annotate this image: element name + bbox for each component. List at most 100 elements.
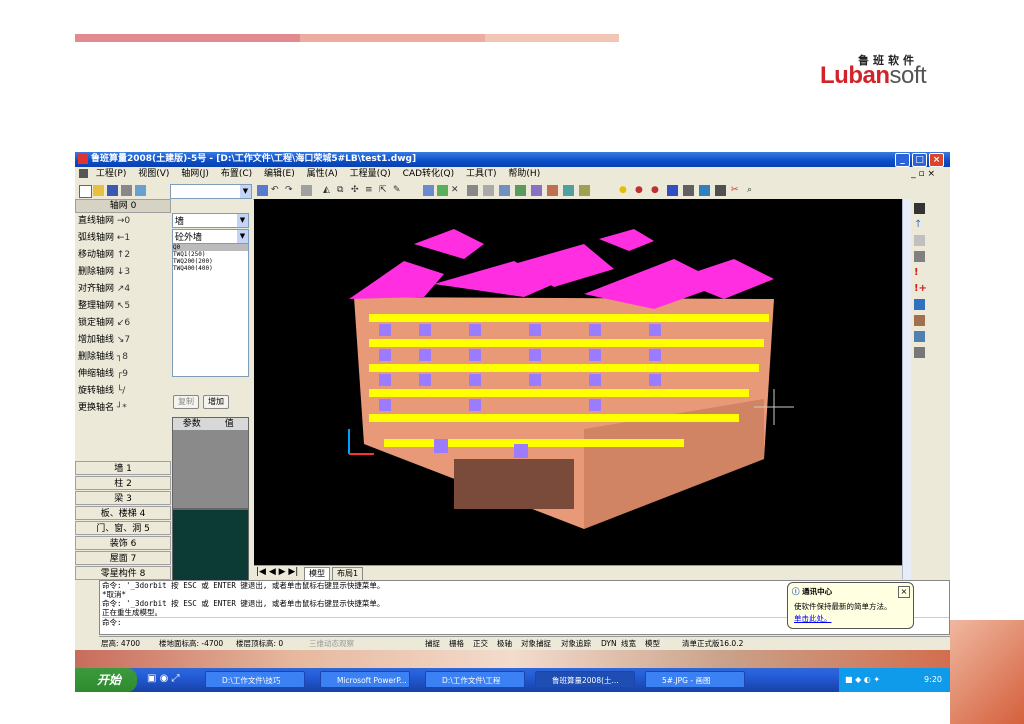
toggle-polar[interactable]: 极轴 — [497, 637, 512, 651]
pan-icon[interactable] — [301, 185, 312, 196]
toggle-grid[interactable]: 栅格 — [449, 637, 464, 651]
layer-combo[interactable]: ▼ — [170, 184, 252, 199]
add-button[interactable]: 增加 — [203, 395, 229, 409]
axis-item-stretch-line[interactable]: 伸缩轴线 ┌9 — [75, 366, 171, 383]
category-column[interactable]: 柱 2 — [75, 476, 171, 490]
menu-help[interactable]: 帮助(H) — [508, 169, 540, 179]
model-viewport[interactable] — [254, 199, 902, 579]
toggle-ortho[interactable]: 正交 — [473, 637, 488, 651]
menu-tools[interactable]: 工具(T) — [466, 169, 497, 179]
list-item[interactable]: TWQ200(200) — [173, 258, 248, 265]
lightbulb-icon[interactable]: ● — [619, 185, 630, 196]
balloon-link[interactable]: 单击此处。 — [794, 613, 832, 624]
axis-item-rotate-line[interactable]: 旋转轴线 └/ — [75, 383, 171, 400]
quicklaunch-icons[interactable]: ▣ ◉ ⤢ — [147, 673, 192, 687]
axis-item-add-line[interactable]: 增加轴线 ↘7 — [75, 332, 171, 349]
balloon-close-button[interactable]: × — [898, 586, 910, 598]
tool-icon-10[interactable] — [563, 185, 574, 196]
tool-icon-2[interactable] — [437, 185, 448, 196]
tab-nav-arrows[interactable]: |◀ ◀ ▶ ▶| — [256, 567, 298, 577]
zoom-icon[interactable]: ⌕ — [747, 185, 758, 196]
copy-button[interactable]: 复制 — [173, 395, 199, 409]
print-icon[interactable] — [121, 185, 132, 196]
tool-icon-18[interactable]: ✂ — [731, 185, 742, 196]
preview-icon[interactable] — [135, 185, 146, 196]
tool-icon-16[interactable] — [699, 185, 710, 196]
axis-item-arrange[interactable]: 整理轴网 ↖5 — [75, 298, 171, 315]
toggle-osnap[interactable]: 对象捕捉 — [521, 637, 551, 651]
menu-axis[interactable]: 轴网(J) — [181, 169, 209, 179]
warning-icon[interactable]: ! — [914, 267, 925, 278]
binoculars-icon[interactable] — [914, 203, 925, 214]
tab-layout1[interactable]: 布局1 — [332, 567, 364, 581]
ruler-icon[interactable] — [914, 251, 925, 262]
axis-item-delete-line[interactable]: 删除轴线 ┐8 — [75, 349, 171, 366]
category-beam[interactable]: 梁 3 — [75, 491, 171, 505]
mirror-icon[interactable]: ◭ — [323, 185, 334, 196]
brush-icon[interactable] — [914, 331, 925, 342]
blue-tool-icon[interactable] — [914, 299, 925, 310]
axis-panel-header[interactable]: 轴网 0 — [75, 199, 171, 213]
tool-icon-3[interactable]: ✕ — [451, 185, 462, 196]
arrow-up-icon[interactable]: ↑ — [914, 219, 925, 230]
list-item[interactable]: TWQ1(250) — [173, 251, 248, 258]
axis-item-straight[interactable]: 直线轴网 →0 — [75, 213, 171, 230]
category-decoration[interactable]: 装饰 6 — [75, 536, 171, 550]
notification-balloon[interactable]: ⓘ 通讯中心 × 使软件保持最新的简单方法。 单击此处。 — [787, 582, 914, 629]
copy-icon[interactable]: ⧉ — [337, 185, 348, 196]
person-icon[interactable] — [914, 315, 925, 326]
start-button[interactable]: 开始 — [75, 668, 137, 692]
tool-icon-13[interactable]: ● — [651, 185, 662, 196]
taskbar-item-luban[interactable]: 鲁班算量2008(土... — [535, 671, 635, 688]
eraser-icon[interactable] — [914, 235, 925, 246]
menu-attributes[interactable]: 属性(A) — [307, 169, 338, 179]
component-type-combo[interactable]: 墙 ▼ — [172, 213, 249, 228]
list-item[interactable]: Q0 — [173, 244, 248, 251]
category-door-window[interactable]: 门、窗、洞 5 — [75, 521, 171, 535]
tool-icon-12[interactable]: ● — [635, 185, 646, 196]
orbit-icon[interactable] — [257, 185, 268, 196]
tool-icon-5[interactable] — [483, 185, 494, 196]
component-subtype-combo[interactable]: 砼外墙 ▼ — [172, 229, 249, 244]
tool-icon-9[interactable] — [547, 185, 558, 196]
toggle-model[interactable]: 模型 — [645, 637, 660, 651]
toggle-snap[interactable]: 捕捉 — [425, 637, 440, 651]
axis-item-arc[interactable]: 弧线轴网 ←1 — [75, 230, 171, 247]
category-wall[interactable]: 墙 1 — [75, 461, 171, 475]
tool-icon-17[interactable] — [715, 185, 726, 196]
axis-item-align[interactable]: 对齐轴网 ↗4 — [75, 281, 171, 298]
redo-icon[interactable]: ↷ — [285, 185, 296, 196]
move-icon[interactable]: ✣ — [351, 185, 362, 196]
axis-item-lock[interactable]: 锁定轴网 ↙6 — [75, 315, 171, 332]
taskbar-item-folder-project[interactable]: D:\工作文件\工程 — [425, 671, 525, 688]
tool-icon-15[interactable] — [683, 185, 694, 196]
tab-model[interactable]: 模型 — [304, 567, 330, 581]
offset-icon[interactable]: ≡ — [365, 185, 376, 196]
category-slab-stair[interactable]: 板、楼梯 4 — [75, 506, 171, 520]
taskbar-item-powerpoint[interactable]: Microsoft PowerP... — [320, 671, 410, 688]
tray-icons[interactable]: ■ ◆ ◐ ✦ — [845, 668, 880, 692]
lines-icon[interactable] — [914, 347, 925, 358]
menu-cad[interactable]: CAD转化(Q) — [403, 169, 454, 179]
warning-plus-icon[interactable]: !+ — [914, 283, 927, 294]
close-button[interactable]: × — [929, 153, 944, 167]
tool-icon-11[interactable] — [579, 185, 590, 196]
tool-icon-7[interactable] — [515, 185, 526, 196]
tool-icon-1[interactable] — [423, 185, 434, 196]
taskbar-item-folder-tips[interactable]: D:\工作文件\技巧 — [205, 671, 305, 688]
tool-icon-8[interactable] — [531, 185, 542, 196]
component-list[interactable]: Q0 TWQ1(250) TWQ200(200) TWQ400(400) — [172, 243, 249, 377]
toggle-otrack[interactable]: 对象追踪 — [561, 637, 591, 651]
menu-project[interactable]: 工程(P) — [96, 169, 126, 179]
open-icon[interactable] — [93, 185, 104, 196]
menu-view[interactable]: 视图(V) — [138, 169, 169, 179]
axis-item-delete[interactable]: 删除轴网 ↓3 — [75, 264, 171, 281]
menu-quantity[interactable]: 工程量(Q) — [350, 169, 391, 179]
maximize-button[interactable]: □ — [912, 153, 927, 167]
taskbar-item-paint[interactable]: 5#.JPG - 画图 — [645, 671, 745, 688]
tool-icon-4[interactable] — [467, 185, 478, 196]
save-icon[interactable] — [107, 185, 118, 196]
category-misc[interactable]: 零星构件 8 — [75, 566, 171, 580]
toggle-dyn[interactable]: DYN — [601, 637, 617, 651]
new-icon[interactable] — [79, 185, 92, 198]
